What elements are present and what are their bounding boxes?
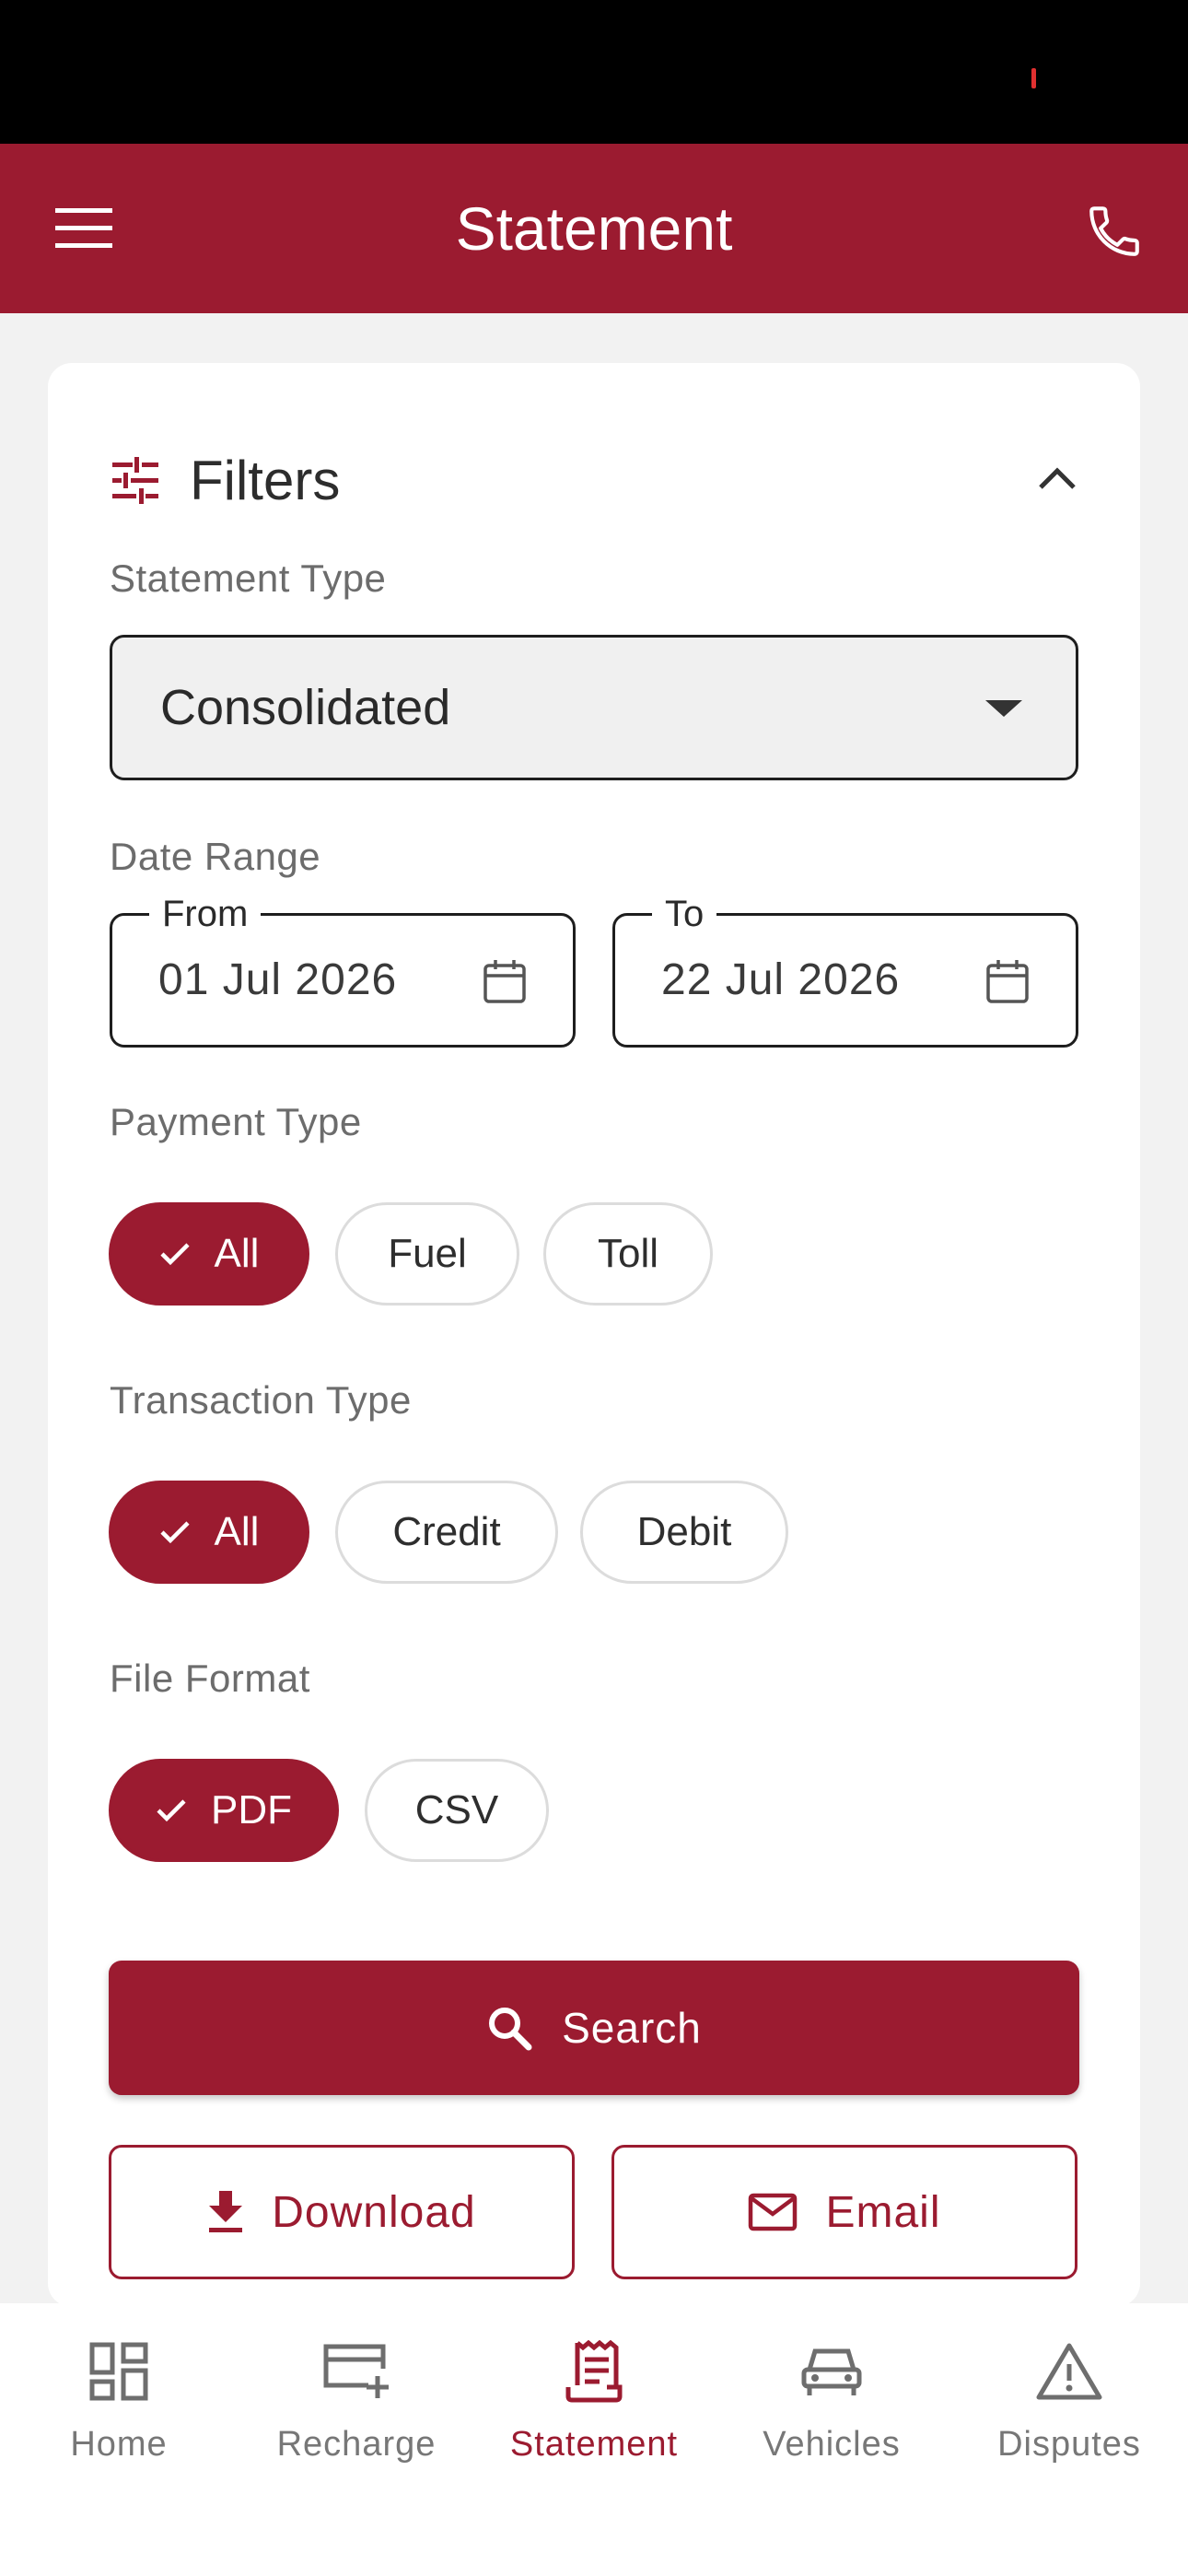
statement-type-select[interactable]: Consolidated	[110, 635, 1078, 780]
chip-label: CSV	[414, 1787, 499, 1832]
nav-item-vehicles[interactable]: Vehicles	[713, 2331, 950, 2488]
calendar-icon[interactable]	[985, 958, 1030, 1004]
from-date-field[interactable]: From 01 Jul 2026	[110, 892, 576, 1048]
statement-type-label: Statement Type	[110, 556, 387, 600]
chip-label: Debit	[636, 1509, 732, 1554]
filters-header: Filters	[109, 439, 340, 521]
chevron-up-icon	[1039, 467, 1076, 489]
calendar-icon[interactable]	[483, 958, 527, 1004]
car-icon	[801, 2348, 862, 2395]
download-button-label: Download	[272, 2187, 476, 2237]
to-date-field[interactable]: To 22 Jul 2026	[612, 892, 1078, 1048]
chip-label: All	[214, 1231, 260, 1276]
chip-label: Credit	[392, 1509, 501, 1554]
email-button-label: Email	[825, 2187, 941, 2237]
transaction-chip-credit[interactable]: Credit	[335, 1481, 558, 1584]
collapse-filters-button[interactable]	[1030, 455, 1085, 501]
chip-label: Toll	[597, 1231, 659, 1276]
transaction-type-label: Transaction Type	[110, 1378, 412, 1422]
payment-chip-toll[interactable]: Toll	[543, 1202, 713, 1306]
tune-icon	[112, 457, 158, 504]
bottom-navigation: Home Recharge Statement Vehicles Dispute…	[0, 2303, 1188, 2576]
nav-label: Recharge	[276, 2425, 437, 2464]
transaction-chip-debit[interactable]: Debit	[580, 1481, 788, 1584]
warning-icon	[1036, 2343, 1102, 2400]
nav-item-home[interactable]: Home	[0, 2331, 238, 2488]
page-title: Statement	[455, 194, 733, 263]
mail-icon	[749, 2193, 798, 2231]
date-range-label: Date Range	[110, 835, 321, 878]
dashboard-icon	[89, 2342, 148, 2401]
payment-chip-all[interactable]: All	[109, 1202, 309, 1306]
chip-label: All	[214, 1509, 260, 1554]
phone-icon	[1089, 206, 1139, 256]
filters-title: Filters	[190, 449, 341, 511]
nav-item-recharge[interactable]: Recharge	[238, 2331, 475, 2488]
nav-label: Statement	[509, 2425, 679, 2464]
email-button[interactable]: Email	[611, 2145, 1077, 2279]
nav-label: Vehicles	[763, 2425, 901, 2464]
search-button-label: Search	[562, 2004, 702, 2052]
payment-chip-fuel[interactable]: Fuel	[335, 1202, 519, 1306]
filters-card: Filters Statement Type Consolidated Date…	[48, 363, 1140, 2307]
format-chip-csv[interactable]: CSV	[365, 1759, 549, 1862]
nav-item-disputes[interactable]: Disputes	[950, 2331, 1188, 2488]
recording-indicator	[1031, 68, 1036, 88]
from-date-value: 01 Jul 2026	[158, 955, 398, 1004]
download-icon	[209, 2191, 243, 2232]
format-chip-pdf[interactable]: PDF	[109, 1759, 339, 1862]
receipt-icon	[565, 2339, 623, 2403]
status-bar	[0, 0, 1188, 144]
check-icon	[159, 1520, 191, 1544]
nav-label: Home	[70, 2425, 168, 2464]
app-bar: Statement	[0, 144, 1188, 313]
call-button[interactable]	[1077, 199, 1151, 263]
chip-label: PDF	[211, 1787, 292, 1832]
search-icon	[489, 2008, 532, 2051]
nav-item-statement[interactable]: Statement	[475, 2331, 713, 2488]
chip-label: Fuel	[388, 1231, 467, 1276]
to-date-value: 22 Jul 2026	[661, 955, 901, 1004]
transaction-chip-all[interactable]: All	[109, 1481, 309, 1584]
check-icon	[156, 1798, 187, 1822]
check-icon	[159, 1242, 191, 1266]
payment-type-label: Payment Type	[110, 1100, 362, 1143]
file-format-label: File Format	[110, 1657, 310, 1700]
search-button[interactable]: Search	[109, 1961, 1079, 2095]
download-button[interactable]: Download	[109, 2145, 575, 2279]
dropdown-arrow-icon	[985, 700, 1022, 717]
nav-label: Disputes	[997, 2425, 1141, 2464]
statement-type-value: Consolidated	[160, 680, 451, 735]
card-add-icon	[323, 2344, 389, 2398]
